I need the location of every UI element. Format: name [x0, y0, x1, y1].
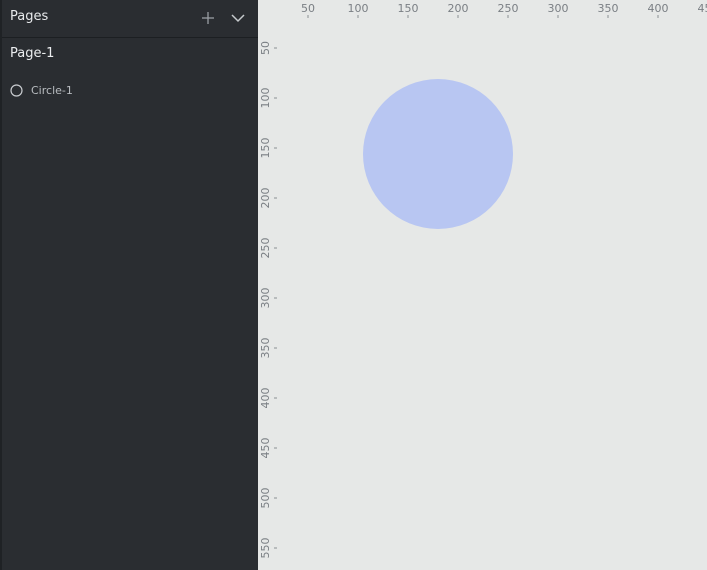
- ruler-left-label: 550: [259, 538, 272, 559]
- ruler-left-label: 400: [259, 388, 272, 409]
- ruler-left-label: 350: [259, 338, 272, 359]
- ruler-top-label: 400: [648, 2, 669, 15]
- ruler-left-label: 50: [259, 41, 272, 55]
- circle-icon: [10, 83, 23, 97]
- ruler-top-label: 350: [598, 2, 619, 15]
- ruler-top-label: 300: [548, 2, 569, 15]
- ruler-top-label: 100: [348, 2, 369, 15]
- horizontal-ruler[interactable]: 50 100 150 200 250 300 350 400 450: [258, 0, 707, 20]
- chevron-down-icon[interactable]: [229, 9, 247, 27]
- pages-title: Pages: [10, 9, 49, 24]
- ruler-left-label: 200: [259, 188, 272, 209]
- ruler-left-label: 250: [259, 238, 272, 259]
- app-window: Pages Page-1 Circle-1 50 100 150 200 250…: [0, 0, 707, 570]
- plus-icon[interactable]: [199, 9, 217, 27]
- ruler-top-label: 50: [301, 2, 315, 15]
- ruler-top-label: 200: [448, 2, 469, 15]
- layer-item-circle-1[interactable]: Circle-1: [10, 81, 73, 99]
- layers-sidebar: Pages Page-1 Circle-1: [0, 0, 258, 570]
- ruler-top-label: 250: [498, 2, 519, 15]
- design-canvas[interactable]: 50 100 150 200 250 300 350 400 450 50 100 150 200 25…: [258, 0, 707, 570]
- circle-shape[interactable]: [363, 79, 513, 229]
- ruler-top-label: 150: [398, 2, 419, 15]
- layer-label: Circle-1: [31, 83, 73, 97]
- vertical-ruler[interactable]: 50 100 150 200 250 300 350 400 450 500 550: [258, 0, 278, 570]
- ruler-left-label: 500: [259, 488, 272, 509]
- ruler-left-label: 100: [259, 88, 272, 109]
- ruler-left-label: 450: [259, 438, 272, 459]
- ruler-left-label: 150: [259, 138, 272, 159]
- pages-header: Pages: [2, 0, 258, 38]
- page-item-page-1[interactable]: Page-1: [10, 46, 54, 61]
- ruler-top-label: 450: [698, 2, 707, 15]
- ruler-left-label: 300: [259, 288, 272, 309]
